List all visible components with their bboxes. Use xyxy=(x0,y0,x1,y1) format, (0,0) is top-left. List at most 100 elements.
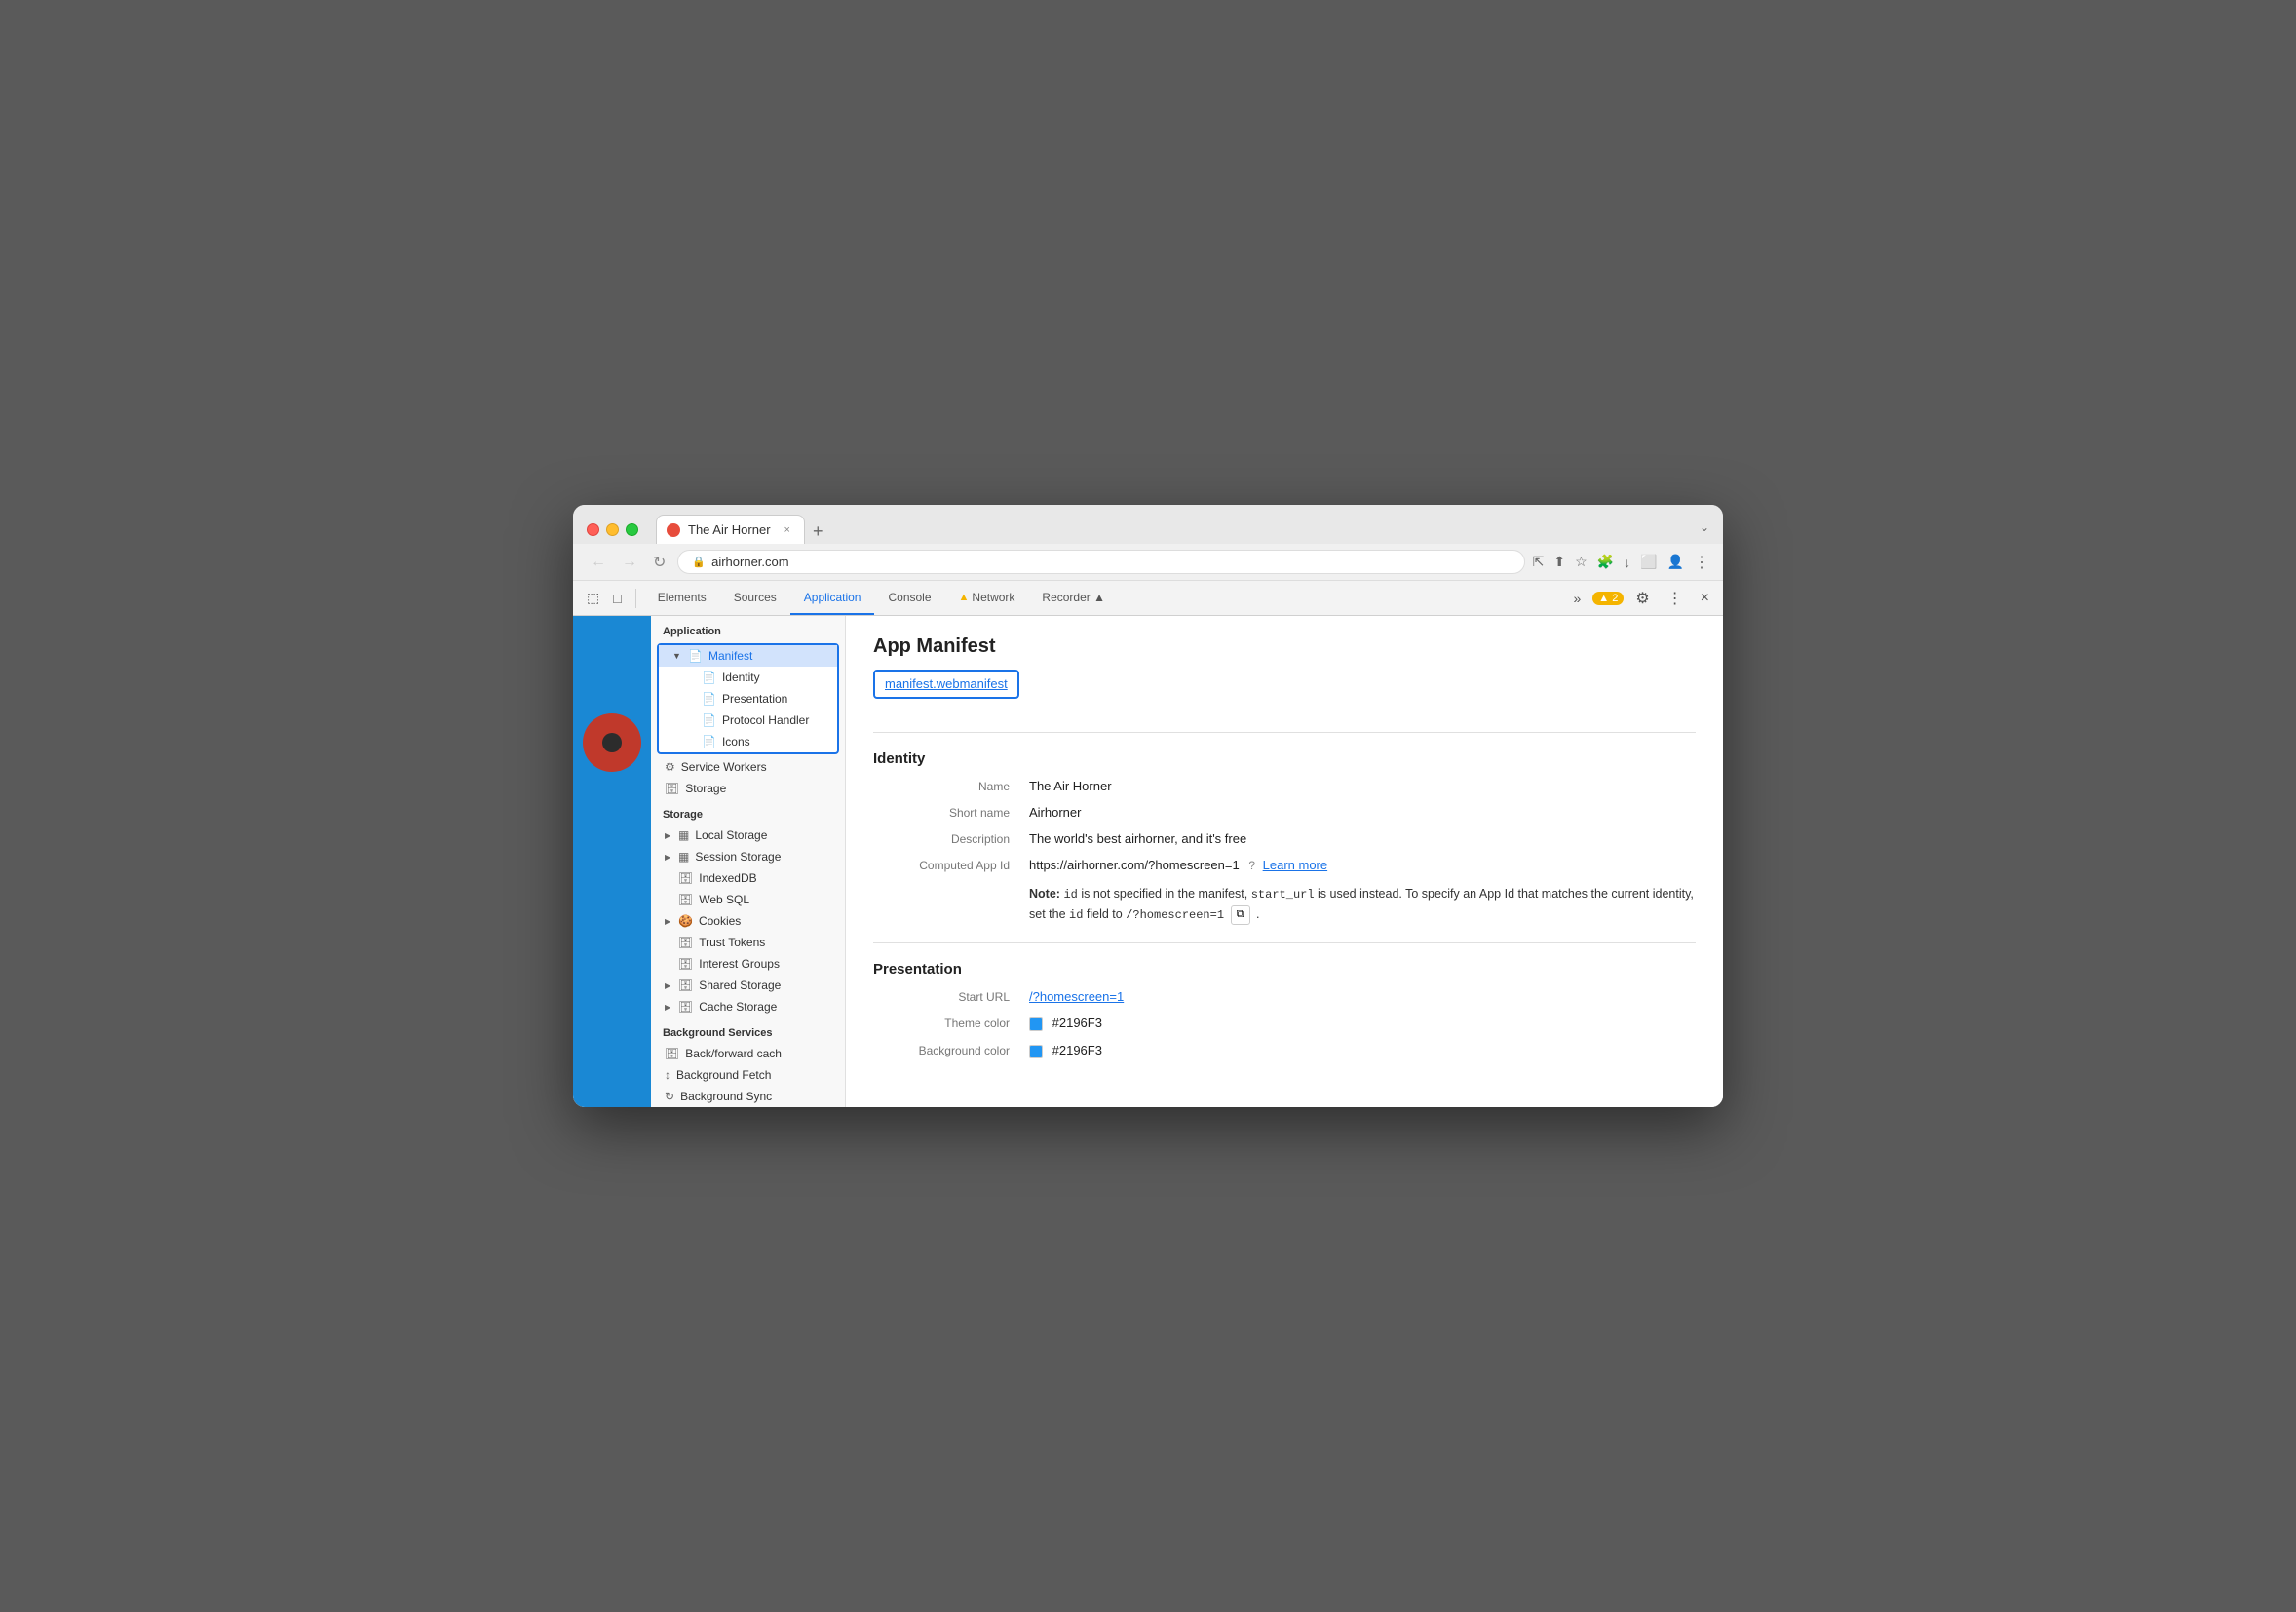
identity-table: Name The Air Horner Short name Airhorner… xyxy=(873,779,1696,925)
sidebar-item-identity[interactable]: 📄 Identity xyxy=(682,667,837,688)
start-url-link[interactable]: /?homescreen=1 xyxy=(1029,989,1124,1004)
note-text-2: is not specified in the manifest, xyxy=(1081,887,1250,901)
cookies-label: Cookies xyxy=(699,914,741,928)
back-button[interactable]: ← xyxy=(587,552,610,573)
start-url-label: Start URL xyxy=(873,989,1029,1004)
maximize-traffic-light[interactable] xyxy=(626,523,638,536)
open-tab-icon[interactable]: ⇱ xyxy=(1533,554,1545,570)
sidebar-item-local-storage[interactable]: ▶ ▦ Local Storage xyxy=(651,825,845,846)
storage-label: Storage xyxy=(685,782,726,795)
sidebar-item-session-storage[interactable]: ▶ ▦ Session Storage xyxy=(651,846,845,867)
tab-console[interactable]: Console xyxy=(874,581,944,615)
tab-recorder[interactable]: Recorder ▲ xyxy=(1028,581,1119,615)
download-icon[interactable]: ↓ xyxy=(1624,555,1630,570)
info-row-theme-color: Theme color #2196F3 xyxy=(873,1016,1696,1031)
tab-sources[interactable]: Sources xyxy=(720,581,790,615)
sidebar-item-cache-storage[interactable]: ▶ 🗄 Cache Storage xyxy=(651,996,845,1017)
forward-button[interactable]: → xyxy=(618,552,641,573)
storage-db-icon: 🗄 xyxy=(665,782,679,795)
sidebar-item-trust-tokens[interactable]: ▶ 🗄 Trust Tokens xyxy=(651,932,845,953)
devtools-more-button[interactable]: ⋮ xyxy=(1662,587,1689,610)
address-input[interactable]: 🔒 airhorner.com xyxy=(677,550,1524,574)
devtools-close-button[interactable]: × xyxy=(1695,588,1715,609)
more-options-icon[interactable]: ⋮ xyxy=(1694,553,1709,572)
device-mode-icon[interactable]: □ xyxy=(607,586,627,610)
bg-color-value: #2196F3 xyxy=(1029,1043,1696,1058)
note-code-1: id xyxy=(1063,888,1077,902)
sidebar-item-protocol-handler[interactable]: 📄 Protocol Handler xyxy=(682,710,837,731)
settings-button[interactable]: ⚙ xyxy=(1629,587,1655,610)
tab-favicon xyxy=(667,523,680,537)
warn-badge: ▲ 2 xyxy=(1592,592,1624,605)
browser-window: The Air Horner × + ⌄ ← → ↻ 🔒 airhorner.c… xyxy=(573,505,1723,1107)
devtools-main-panel: App Manifest manifest.webmanifest Identi… xyxy=(846,616,1723,1107)
learn-more-link[interactable]: Learn more xyxy=(1263,858,1327,872)
sidebar-item-shared-storage[interactable]: ▶ 🗄 Shared Storage xyxy=(651,975,845,996)
sidebar-item-websql[interactable]: ▶ 🗄 Web SQL xyxy=(651,889,845,910)
share-icon[interactable]: ⬆ xyxy=(1553,554,1565,570)
theme-color-value: #2196F3 xyxy=(1029,1016,1696,1031)
tab-close-button[interactable]: × xyxy=(784,524,790,536)
info-row-description: Description The world's best airhorner, … xyxy=(873,831,1696,846)
info-row-bg-color: Background color #2196F3 xyxy=(873,1043,1696,1058)
bg-fetch-label: Background Fetch xyxy=(676,1068,771,1082)
protocol-file-icon: 📄 xyxy=(702,713,716,727)
tab-elements[interactable]: Elements xyxy=(644,581,720,615)
copy-button[interactable]: ⧉ xyxy=(1231,905,1250,925)
new-tab-button[interactable]: + xyxy=(805,521,831,542)
cookies-expand-icon: ▶ xyxy=(665,917,672,926)
manifest-group: ▼ 📄 Manifest 📄 Identity 📄 Presentation 📄 xyxy=(657,643,839,754)
bg-color-text: #2196F3 xyxy=(1052,1043,1102,1057)
manifest-link[interactable]: manifest.webmanifest xyxy=(885,676,1008,691)
section-divider-presentation xyxy=(873,942,1696,943)
sidebar-item-storage[interactable]: 🗄 Storage xyxy=(651,778,845,799)
minimize-traffic-light[interactable] xyxy=(606,523,619,536)
cookies-icon: 🍪 xyxy=(678,914,693,928)
sidebar-item-presentation[interactable]: 📄 Presentation xyxy=(682,688,837,710)
refresh-button[interactable]: ↻ xyxy=(649,551,670,574)
presentation-section-title: Presentation xyxy=(873,961,1696,978)
session-storage-db-icon: ▦ xyxy=(678,850,689,864)
tab-bar: The Air Horner × + xyxy=(656,515,1690,544)
bg-sync-label: Background Sync xyxy=(680,1090,772,1103)
extension-icon[interactable]: 🧩 xyxy=(1597,554,1614,570)
back-forward-label: Back/forward cach xyxy=(685,1047,782,1060)
more-tabs-button[interactable]: » xyxy=(1567,587,1587,610)
close-traffic-light[interactable] xyxy=(587,523,599,536)
sidebar-item-bg-sync[interactable]: ↻ Background Sync xyxy=(651,1086,845,1107)
sidebar-item-bg-fetch[interactable]: ↕ Background Fetch xyxy=(651,1064,845,1086)
note-spacer-label xyxy=(873,884,1029,885)
note-code-3: id xyxy=(1069,908,1083,922)
indexeddb-label: IndexedDB xyxy=(699,871,756,885)
element-picker-icon[interactable]: ⬚ xyxy=(581,586,605,610)
note-code-4: /?homescreen=1 xyxy=(1126,908,1224,922)
address-actions: ⇱ ⬆ ☆ 🧩 ↓ ⬜ 👤 ⋮ xyxy=(1533,553,1709,572)
start-url-value: /?homescreen=1 xyxy=(1029,989,1696,1004)
sidebar-item-service-workers[interactable]: ⚙ Service Workers xyxy=(651,756,845,778)
devtools-toolbar: ⬚ □ Elements Sources Application Console… xyxy=(573,581,1723,616)
profile-icon[interactable]: 👤 xyxy=(1667,554,1684,570)
browser-tab[interactable]: The Air Horner × xyxy=(656,515,805,544)
sidebar-item-manifest[interactable]: ▼ 📄 Manifest xyxy=(659,645,837,667)
manifest-label: Manifest xyxy=(708,649,752,663)
sidebar-item-icons[interactable]: 📄 Icons xyxy=(682,731,837,752)
sidebar-item-cookies[interactable]: ▶ 🍪 Cookies xyxy=(651,910,845,932)
manifest-children: 📄 Identity 📄 Presentation 📄 Protocol Han… xyxy=(659,667,837,752)
cache-storage-label: Cache Storage xyxy=(699,1000,777,1014)
tab-network[interactable]: ▲ Network xyxy=(945,581,1029,615)
sidebar-item-interest-groups[interactable]: ▶ 🗄 Interest Groups xyxy=(651,953,845,975)
local-storage-db-icon: ▦ xyxy=(678,828,689,842)
short-name-value: Airhorner xyxy=(1029,805,1696,820)
websql-label: Web SQL xyxy=(699,893,749,906)
sidebar-item-indexeddb[interactable]: ▶ 🗄 IndexedDB xyxy=(651,867,845,889)
bookmark-icon[interactable]: ☆ xyxy=(1575,554,1588,570)
protocol-label: Protocol Handler xyxy=(722,713,809,727)
tab-application[interactable]: Application xyxy=(790,581,875,615)
split-view-icon[interactable]: ⬜ xyxy=(1640,554,1657,570)
devtools-toolbar-right: » ▲ 2 ⚙ ⋮ × xyxy=(1567,587,1715,610)
sidebar-item-back-forward[interactable]: 🗄 Back/forward cach xyxy=(651,1043,845,1064)
page-icon-dot xyxy=(602,733,622,752)
bg-sync-icon: ↻ xyxy=(665,1090,674,1103)
devtools-body: Application ▼ 📄 Manifest 📄 Identity 📄 Pr… xyxy=(573,616,1723,1107)
info-row-computed-app-id: Computed App Id https://airhorner.com/?h… xyxy=(873,858,1696,872)
